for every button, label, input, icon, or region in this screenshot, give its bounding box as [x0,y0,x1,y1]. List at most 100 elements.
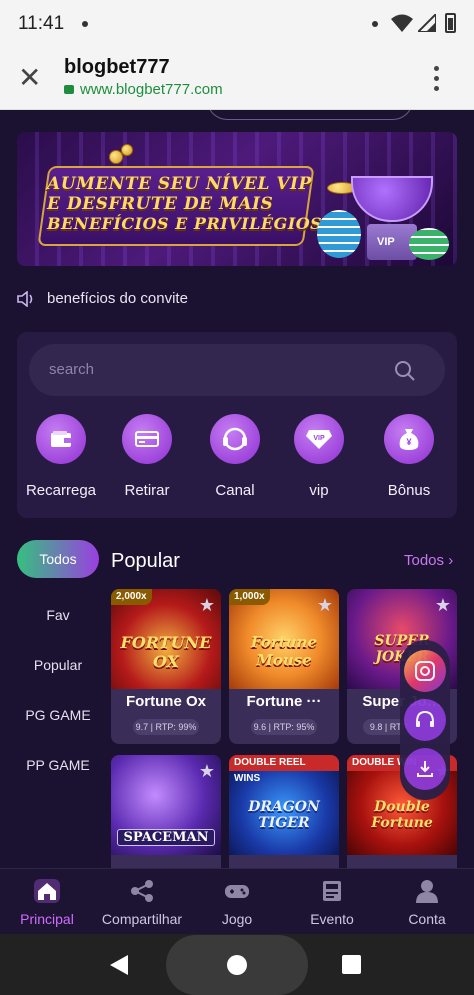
search-icon[interactable] [394,360,416,382]
vip-banner[interactable]: AUMENTE SEU NÍVEL VIP E DESFRUTE DE MAIS… [17,132,457,266]
announcement-text: benefícios do convite [47,290,188,307]
site-name: blogbet777 [64,56,170,78]
tab-principal[interactable]: Principal [0,869,94,935]
game-name: Fortune ··· [246,693,322,710]
status-bar: 11:41 [0,0,474,48]
favorite-star-icon[interactable]: ★ [435,595,451,616]
share-icon [131,880,153,902]
quick-action-retirar[interactable]: Retirar [107,414,187,499]
url-display[interactable]: www.blogbet777.com [64,81,223,98]
system-nav-bar [0,934,474,995]
back-icon[interactable] [108,954,130,976]
quick-action-label: Recarrega [25,482,97,499]
multiplier-badge: 2,000x [111,589,152,605]
banner-line-3: BENEFÍCIOS E PRIVILÉGIOS [47,214,323,233]
see-all-link[interactable]: Todos › [404,552,453,569]
card-icon [122,414,172,464]
category-sidebar: Todos Fav Popular PG GAME PP GAME [17,540,99,790]
speaker-icon [17,291,33,308]
gamepad-icon [225,885,249,898]
category-pg-game[interactable]: PG GAME [17,690,99,740]
game-name: Fortune Ox [125,693,206,710]
category-fav[interactable]: Fav [17,590,99,640]
tab-label: Conta [408,911,446,927]
chevron-right-icon: › [448,552,454,569]
quick-action-label: Canal [215,482,255,499]
game-card[interactable]: 1,000x ★ Fortune Mouse Fortune ··· 9.6 |… [229,589,339,744]
chip-stack-icon [317,210,361,258]
notification-dot-icon [82,21,88,27]
announcement-bar[interactable]: benefícios do convite [17,290,188,310]
game-logo: Fortune Mouse [250,633,318,669]
tab-conta[interactable]: Conta [380,869,474,935]
game-rtp: 9.7 | RTP: 99% [133,719,199,735]
see-all-label: Todos [404,552,445,569]
category-todos[interactable]: Todos [17,540,99,578]
search-input[interactable]: search [29,344,445,396]
news-icon [323,881,341,901]
tab-evento[interactable]: Evento [285,869,379,935]
game-rtp: 9.6 | RTP: 95% [251,719,317,735]
game-logo: SPACEMAN [117,829,215,846]
user-icon [416,880,438,903]
actions-panel: search Recarrega Retirar Canal VIP vip ¥… [17,332,457,518]
battery-icon [445,13,456,33]
game-card[interactable]: 2,000x ★ FORTUNE OX Fortune Ox 9.7 | RTP… [111,589,221,744]
quick-action-label: Bônus [387,482,431,499]
headset-icon [416,710,434,727]
feature-badge: DOUBLE REEL WINS [229,755,339,784]
quick-action-vip[interactable]: VIP vip [279,414,359,499]
home-icon [34,879,60,903]
download-icon [417,761,433,777]
quick-action-label: vip [309,482,329,499]
download-button[interactable] [404,748,446,790]
game-card[interactable]: DOUBLE REEL WINS DRAGON TIGER [229,755,339,868]
section-title: Popular [111,550,180,572]
multiplier-badge: 1,000x [229,589,270,605]
favorite-star-icon[interactable]: ★ [199,595,215,616]
signal-icon [418,14,436,32]
favorite-star-icon[interactable]: ★ [199,761,215,782]
support-button[interactable] [404,699,446,741]
tab-label: Evento [310,911,354,927]
banner-line-2: E DESFRUTE DE MAIS [47,194,274,214]
game-logo: FORTUNE OX [120,633,212,671]
quick-action-bonus[interactable]: ¥ Bônus [369,414,449,499]
coin-icon [121,144,133,156]
home-button-icon[interactable] [227,955,247,975]
chip-stack-icon [409,228,449,260]
money-bag-icon: ¥ [384,414,434,464]
floating-actions [400,640,450,800]
browser-toolbar: ✕ blogbet777 www.blogbet777.com [0,48,474,110]
overflow-menu-icon[interactable] [432,66,442,96]
favorite-star-icon[interactable]: ★ [317,595,333,616]
game-logo: Double Fortune [371,799,433,831]
quick-action-canal[interactable]: Canal [195,414,275,499]
tab-label: Compartilhar [101,911,183,927]
header-curve [207,110,413,120]
search-placeholder: search [49,361,95,378]
tab-label: Principal [20,911,74,927]
status-dot-icon [372,21,378,27]
quick-action-label: Retirar [124,482,170,499]
banner-line-1: AUMENTE SEU NÍVEL VIP [47,174,312,194]
lock-icon [64,85,74,94]
category-pp-game[interactable]: PP GAME [17,740,99,790]
category-popular[interactable]: Popular [17,640,99,690]
tab-compartilhar[interactable]: Compartilhar [95,869,189,935]
close-icon[interactable]: ✕ [18,63,41,93]
instagram-icon [415,661,435,681]
game-logo: DRAGON TIGER [248,799,320,831]
trophy-label: VIP [377,236,395,248]
recents-icon[interactable] [342,955,361,974]
status-time: 11:41 [18,13,65,34]
quick-action-recarrega[interactable]: Recarrega [21,414,101,499]
wifi-icon [391,14,413,32]
tab-jogo[interactable]: Jogo [190,869,284,935]
tab-label: Jogo [221,911,253,927]
instagram-button[interactable] [404,650,446,692]
headset-icon [210,414,260,464]
game-card[interactable]: ★ SPACEMAN [111,755,221,868]
bottom-tab-bar: Principal Compartilhar Jogo Evento Conta [0,868,474,934]
page-content: AUMENTE SEU NÍVEL VIP E DESFRUTE DE MAIS… [0,110,474,868]
